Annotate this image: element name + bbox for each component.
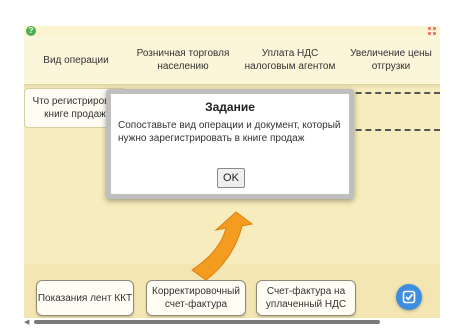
horizontal-scrollbar[interactable]: ◀: [24, 318, 440, 326]
check-button[interactable]: [396, 284, 422, 310]
header-cell-vat-agent: Уплата НДС налоговым агентом: [244, 48, 336, 72]
header-cell-price-increase: Увеличение цены отгрузки: [350, 48, 432, 72]
dialog-body: Сопоставьте вид операции и документ, кот…: [118, 120, 341, 144]
header-row: Вид операции Розничная торговля населени…: [24, 36, 440, 85]
top-bar: ?: [24, 26, 440, 36]
card-kkt-tapes[interactable]: Показания лент ККТ: [36, 280, 134, 316]
ok-button[interactable]: OK: [217, 168, 245, 188]
help-icon[interactable]: ?: [26, 26, 36, 36]
card-vat-invoice[interactable]: Счет-фактура на уплаченный НДС: [256, 280, 356, 316]
scroll-left-arrow-icon[interactable]: ◀: [24, 318, 29, 326]
task-dialog: Задание Сопоставьте вид операции и докум…: [111, 94, 349, 194]
check-icon: [402, 290, 416, 304]
dialog-title: Задание: [205, 100, 255, 114]
header-cell-operation-type: Вид операции: [43, 54, 109, 66]
fullscreen-icon[interactable]: [428, 27, 436, 35]
header-cell-retail: Розничная торговля населению: [136, 48, 230, 72]
scroll-thumb[interactable]: [34, 320, 380, 324]
curved-arrow-icon: [191, 211, 254, 281]
card-corrective-invoice[interactable]: Корректировочный счет-фактура: [146, 280, 246, 316]
task-dialog-frame: Задание Сопоставьте вид операции и докум…: [106, 89, 354, 199]
